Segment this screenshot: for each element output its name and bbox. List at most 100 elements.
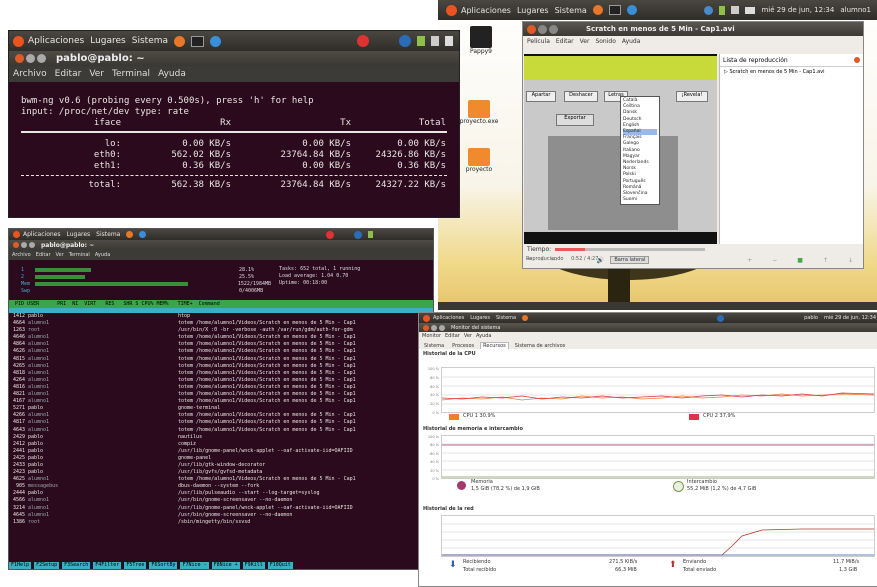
menu-applications[interactable]: Aplicaciones	[23, 231, 60, 238]
menu-editar[interactable]: Editar	[55, 69, 82, 79]
htop-process-row[interactable]: 2412 pablo compiz	[9, 441, 433, 448]
htop-function-key[interactable]: F4Filter	[93, 562, 122, 569]
mail-icon[interactable]	[745, 6, 756, 14]
playlist-item[interactable]: ▷ Scratch en menos de 5 Min - Cap1.avi	[720, 67, 863, 77]
menu-applications[interactable]: Aplicaciones	[433, 315, 464, 321]
menu-applications[interactable]: Aplicaciones	[28, 36, 84, 46]
htop-process-row[interactable]: 4645 alumno1/usr/bin/gnome-screensaver --…	[9, 512, 433, 519]
network-icon[interactable]	[704, 5, 714, 15]
htop-process-row[interactable]: 4643 alumno1 totem /home/alumno1/Vídeos/Sc…	[9, 427, 433, 434]
ubuntu-logo-icon[interactable]	[446, 4, 457, 16]
htop-function-key[interactable]: F10Quit	[267, 562, 293, 569]
htop-process-row[interactable]: 4864 alumno1 totem /home/alumno1/Vídeos/Sc…	[9, 341, 433, 348]
power-icon[interactable]	[357, 35, 369, 47]
scratch-button-exportar[interactable]: Exportar	[556, 114, 594, 126]
htop-function-key[interactable]: F5Tree	[124, 562, 147, 569]
scratch-button-revela[interactable]: ¡Revela!	[676, 91, 708, 102]
battery-icon[interactable]	[719, 5, 726, 15]
tab-recursos[interactable]: Recursos	[480, 342, 509, 349]
update-icon[interactable]	[431, 36, 439, 46]
htop-process-row[interactable]: 4817 alumno1 totem /home/alumno1/Vídeos/Sc…	[9, 419, 433, 426]
help-icon[interactable]	[210, 35, 222, 47]
firefox-icon[interactable]	[592, 5, 603, 15]
save-playlist-icon[interactable]: ■	[797, 257, 803, 264]
htop-process-row[interactable]: 4815 alumno1 totem /home/alumno1/Vídeos/Sc…	[9, 356, 433, 363]
menu-system[interactable]: Sistema	[96, 231, 120, 238]
tab-procesos[interactable]: Procesos	[450, 343, 476, 349]
firefox-icon[interactable]	[174, 35, 186, 47]
htop-process-row[interactable]: 4266 alumno1 totem /home/alumno1/Vídeos/Sc…	[9, 412, 433, 419]
htop-process-row[interactable]: 4264 alumno1 totem /home/alumno1/Vídeos/Sc…	[9, 377, 433, 384]
tab-sistema[interactable]: Sistema	[422, 343, 446, 349]
menu-sound[interactable]: Sonido	[595, 38, 615, 45]
menu-terminal[interactable]: Terminal	[112, 69, 150, 79]
scratch-button-deshacer[interactable]: Deshacer	[564, 91, 598, 102]
menu-archivo[interactable]: Archivo	[12, 252, 31, 258]
htop-process-row[interactable]: 4816 alumno1 totem /home/alumno1/Vídeos/Sc…	[9, 384, 433, 391]
htop-process-list[interactable]: 1412 pablo htop 4664 alumno1 totem /home/alum…	[9, 313, 433, 526]
menu-ayuda[interactable]: Ayuda	[476, 333, 491, 339]
htop-process-row[interactable]: 4646 alumno1 totem /home/alumno1/Vídeos/Sc…	[9, 334, 433, 341]
menu-terminal[interactable]: Terminal	[69, 252, 90, 258]
minimize-icon[interactable]	[431, 324, 437, 331]
menu-places[interactable]: Lugares	[90, 36, 126, 46]
scratch-button-apartar[interactable]: Apartar	[526, 91, 556, 102]
bwm-output[interactable]: bwm-ng v0.6 (probing every 0.500s), pres…	[9, 82, 459, 191]
user-name[interactable]: pablo	[804, 315, 818, 321]
htop-process-row[interactable]: 4167 alumno1 totem /home/alumno1/Vídeos/Sc…	[9, 398, 433, 405]
help-icon[interactable]	[626, 5, 637, 15]
htop-process-row[interactable]: 4265 alumno1 totem /home/alumno1/Vídeos/Sc…	[9, 363, 433, 370]
minimize-icon[interactable]	[21, 242, 27, 248]
htop-process-row[interactable]: 4821 alumno1 totem /home/alumno1/Vídeos/Sc…	[9, 391, 433, 398]
close-icon[interactable]	[15, 54, 24, 63]
terminal-icon[interactable]	[191, 35, 205, 47]
maximize-icon[interactable]	[37, 54, 46, 63]
menu-ver[interactable]: Ver	[464, 333, 472, 339]
htop-process-row[interactable]: 3214 alumno1/usr/lib/gnome-panel/wnck-app…	[9, 505, 433, 512]
menu-system[interactable]: Sistema	[496, 315, 516, 321]
menu-archivo[interactable]: Archivo	[13, 69, 47, 79]
language-dropdown[interactable]: Català Čeština Dansk Deutsch English Español F…	[620, 96, 660, 206]
htop-function-key[interactable]: F1Help	[9, 562, 32, 569]
desktop-icon-proyecto[interactable]: proyecto	[458, 148, 500, 173]
close-icon[interactable]	[13, 242, 19, 248]
firefox-icon[interactable]	[522, 315, 529, 321]
htop-function-key[interactable]: F9Kill	[242, 562, 265, 569]
htop-process-row[interactable]: 1412 pablo htop	[9, 313, 433, 320]
maximize-icon[interactable]	[439, 324, 445, 331]
htop-function-key[interactable]: F6SortBy	[149, 562, 178, 569]
menu-monitor[interactable]: Monitor	[422, 333, 441, 339]
maximize-icon[interactable]	[549, 24, 558, 34]
menu-edit[interactable]: Editar	[556, 38, 574, 45]
move-up-icon[interactable]: ↑	[823, 257, 828, 264]
desktop-icon-proyecto-exe[interactable]: proyecto.exe	[458, 100, 500, 125]
minimize-icon[interactable]	[538, 24, 547, 34]
menu-places[interactable]: Lugares	[66, 231, 90, 238]
close-icon[interactable]	[854, 57, 860, 63]
htop-process-row[interactable]: 1263 root/usr/bin/X :0 -br -verbose -auth…	[9, 327, 433, 334]
hp-icon[interactable]	[399, 35, 411, 47]
menu-ver[interactable]: Ver	[89, 69, 104, 79]
menu-help[interactable]: Ayuda	[622, 38, 641, 45]
close-icon[interactable]	[423, 324, 429, 331]
clock[interactable]: mié 29 de jun, 12:34	[824, 315, 876, 321]
htop-process-row[interactable]: 1386 root/sbin/mingetty/bin/ssvsd	[9, 519, 433, 526]
tab-sistema-archivos[interactable]: Sistema de archivos	[513, 343, 568, 349]
htop-process-row[interactable]: 905 messagebus dbus-daemon --system --fork	[9, 483, 433, 490]
htop-process-row[interactable]: 2441 pablo/usr/lib/gnome-panel/wnck-apple…	[9, 448, 433, 455]
hp-icon[interactable]	[354, 230, 362, 239]
htop-process-row[interactable]: 5271 pablo gnome-terminal	[9, 405, 433, 412]
ubuntu-logo-icon[interactable]	[13, 35, 24, 47]
htop-process-row[interactable]: 4626 alumno1 totem /home/alumno1/Vídeos/Sc…	[9, 348, 433, 355]
menu-ayuda[interactable]: Ayuda	[158, 69, 186, 79]
seek-bar[interactable]	[555, 247, 706, 251]
menu-ayuda[interactable]: Ayuda	[95, 252, 110, 258]
htop-process-row[interactable]: 4625 alumno1 totem /home/alumno1/Vídeos/Sc…	[9, 476, 433, 483]
firefox-icon[interactable]	[126, 231, 134, 238]
menu-editar[interactable]: Editar	[36, 252, 51, 258]
menu-places[interactable]: Lugares	[517, 6, 549, 15]
htop-function-key[interactable]: F3Search	[62, 562, 91, 569]
move-down-icon[interactable]: ↓	[848, 257, 853, 264]
power-icon[interactable]	[326, 230, 334, 239]
htop-function-key[interactable]: F7Nice -	[180, 562, 209, 569]
